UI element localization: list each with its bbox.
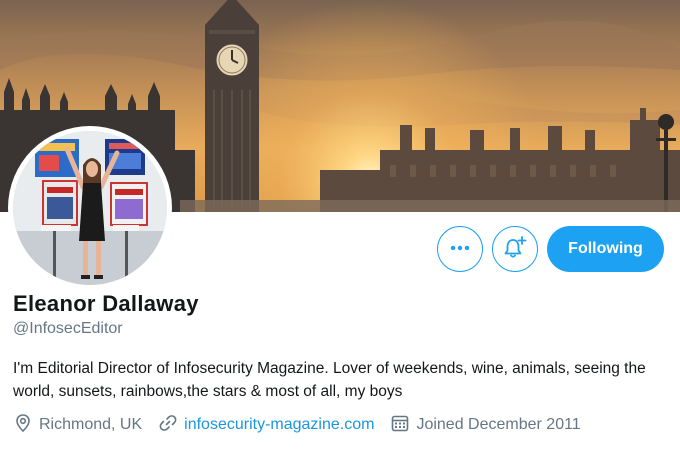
calendar-icon — [390, 413, 416, 438]
avatar-photo — [13, 131, 167, 285]
avatar[interactable] — [8, 126, 172, 290]
notifications-button[interactable] — [492, 226, 538, 272]
joined-date: Joined December 2011 — [416, 416, 581, 433]
more-horizontal-icon — [449, 237, 471, 262]
website-link[interactable]: infosecurity-magazine.com — [184, 416, 374, 434]
profile-bio: I'm Editorial Director of Infosecurity M… — [13, 360, 646, 400]
link-icon — [158, 413, 184, 438]
notification-bell-add-icon — [502, 235, 528, 264]
website-item[interactable]: infosecurity-magazine.com — [158, 413, 374, 438]
location-item: Richmond, UK — [13, 413, 142, 438]
profile-meta: Richmond, UK infosecurity-magazine.com J… — [13, 413, 597, 438]
location-pin-icon — [13, 413, 39, 438]
joined-item: Joined December 2011 — [390, 413, 581, 438]
following-button[interactable]: Following — [547, 226, 664, 272]
display-name: Eleanor Dallaway — [13, 291, 199, 316]
user-handle: @InfosecEditor — [13, 320, 123, 337]
more-options-button[interactable] — [437, 226, 483, 272]
location-text: Richmond, UK — [39, 416, 143, 433]
